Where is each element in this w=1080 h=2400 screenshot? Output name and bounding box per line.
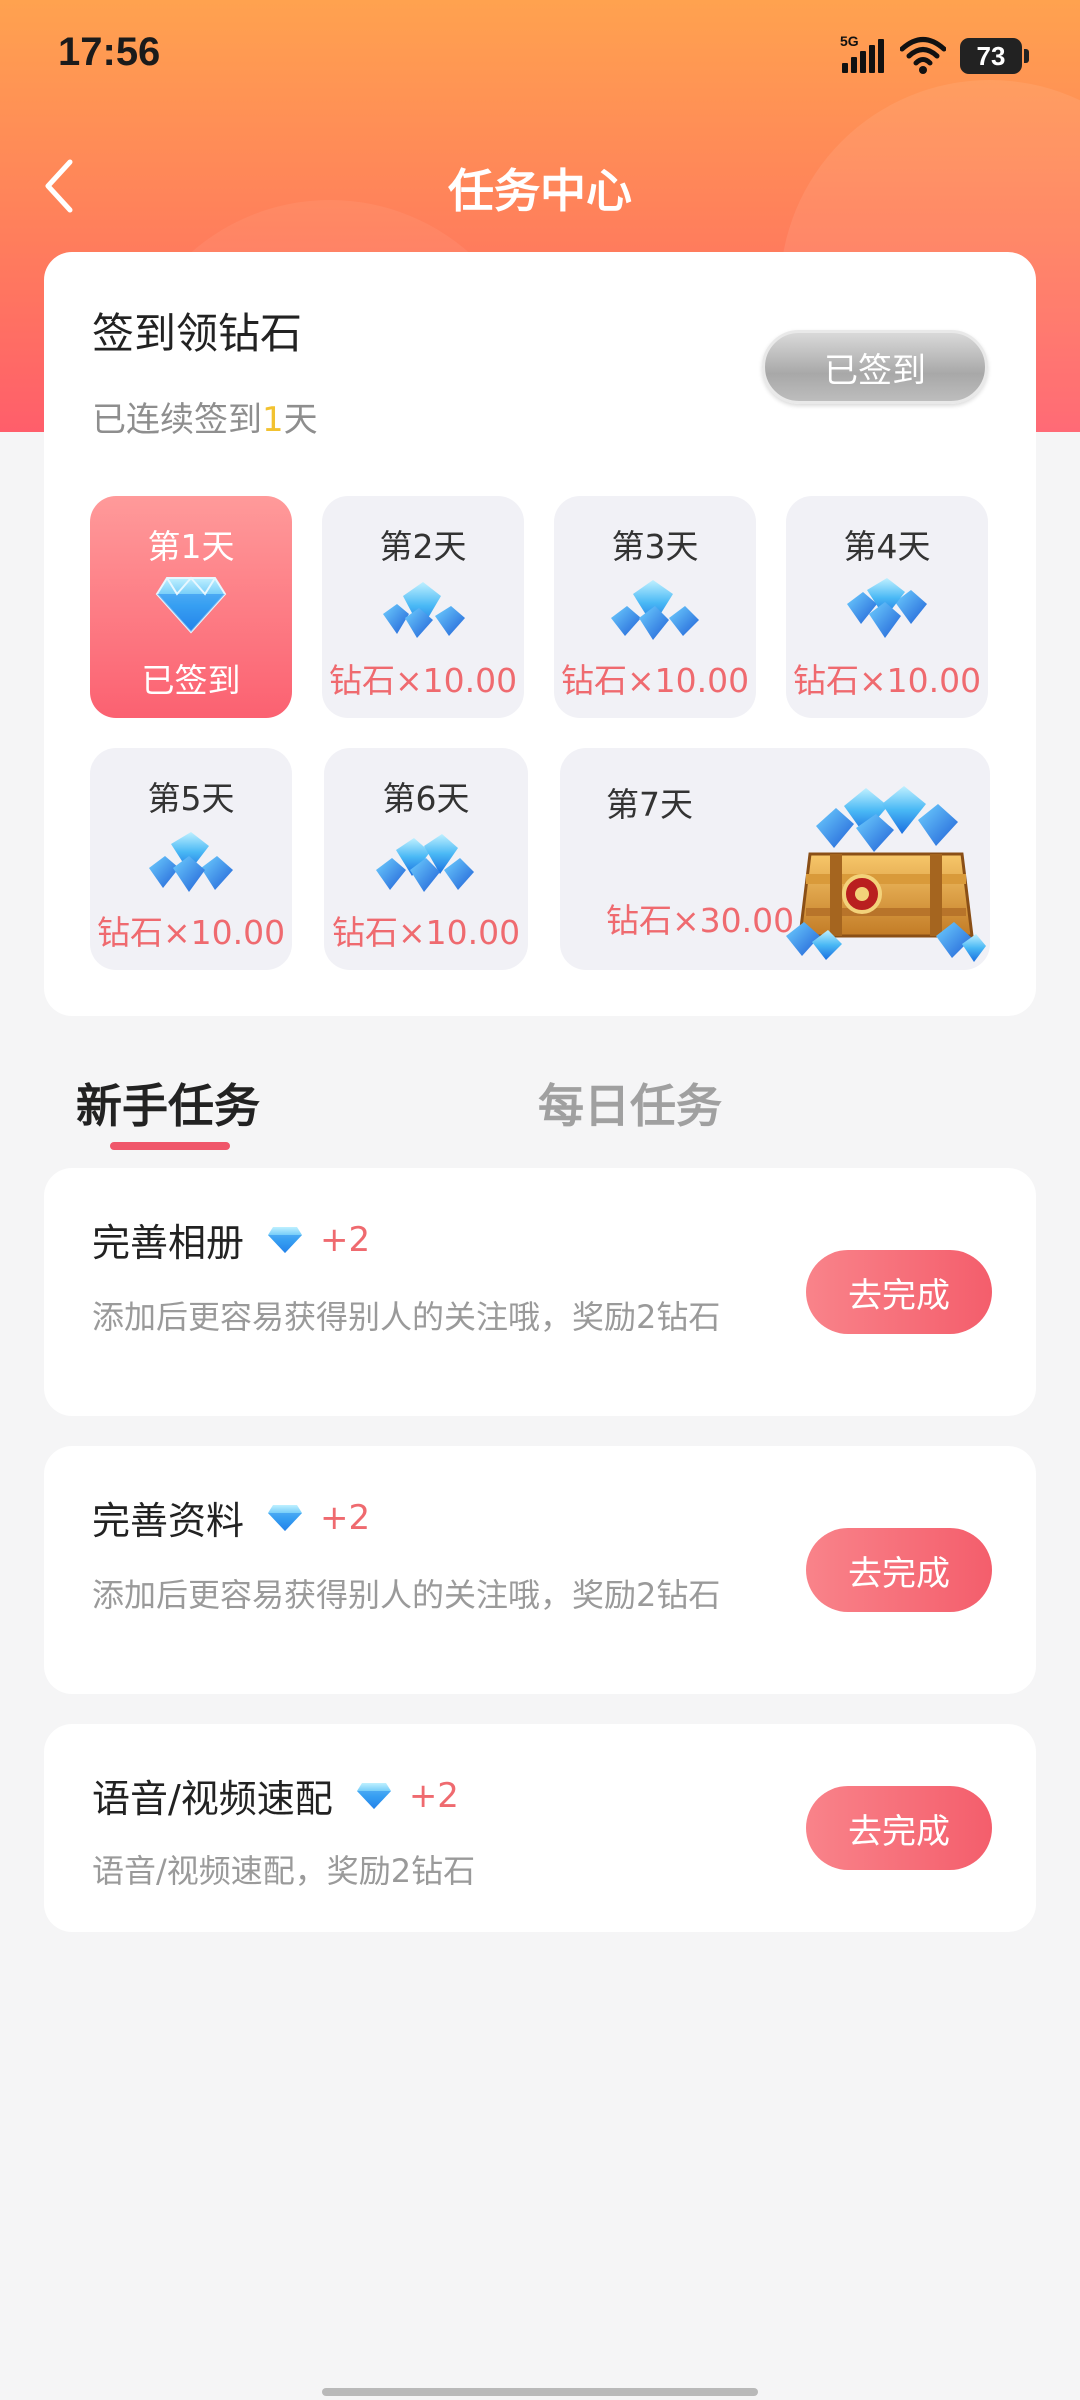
- page-title: 任务中心: [448, 164, 632, 218]
- tab-daily-tasks[interactable]: 每日任务: [538, 1070, 722, 1136]
- diamond-icon: [268, 1226, 303, 1253]
- task-card-voice-video-match: 语音/视频速配 +2 语音/视频速配，奖励2钻石 去完成: [44, 1724, 1036, 1932]
- diamond-icon: [155, 576, 227, 634]
- signin-day-7[interactable]: 第7天 钻石×30.00: [560, 748, 990, 970]
- task-title: 语音/视频速配 +2: [92, 1775, 459, 1822]
- wifi-icon: [900, 37, 946, 74]
- signed-in-button[interactable]: 已签到: [762, 330, 988, 404]
- diamond-icon: [356, 1782, 391, 1809]
- cellular-signal-icon: 5G: [840, 33, 886, 77]
- diamond-pile-icon: [376, 834, 474, 892]
- signin-day-6[interactable]: 第6天 钻石×10.00: [324, 748, 528, 970]
- status-time: 17:56: [58, 30, 161, 74]
- signin-day-2[interactable]: 第2天 钻石×10.00: [322, 496, 524, 718]
- signin-day-3[interactable]: 第3天 钻石×10.00: [554, 496, 756, 718]
- task-description: 添加后更容易获得别人的关注哦，奖励2钻石: [92, 1576, 721, 1614]
- task-tabs: 新手任务 每日任务: [0, 1070, 1080, 1160]
- diamond-pile-icon: [383, 582, 465, 638]
- task-card-album: 完善相册 +2 添加后更容易获得别人的关注哦，奖励2钻石 去完成: [44, 1168, 1036, 1416]
- go-complete-button[interactable]: 去完成: [806, 1528, 992, 1612]
- go-complete-button[interactable]: 去完成: [806, 1250, 992, 1334]
- task-title: 完善相册 +2: [92, 1219, 371, 1266]
- diamond-icon: [268, 1504, 303, 1531]
- status-icons: 5G 73: [840, 33, 1029, 78]
- signin-card: 签到领钻石 已连续签到1天 已签到 第1天 已签到 第2天 钻石×10.00 第…: [44, 252, 1036, 1016]
- tab-newbie-tasks[interactable]: 新手任务: [76, 1070, 260, 1136]
- signin-title: 签到领钻石: [92, 309, 303, 358]
- task-title: 完善资料 +2: [92, 1497, 371, 1544]
- signin-day-5[interactable]: 第5天 钻石×10.00: [90, 748, 292, 970]
- task-reward: +2: [408, 1775, 459, 1816]
- task-description: 语音/视频速配，奖励2钻石: [92, 1852, 476, 1890]
- home-indicator[interactable]: [322, 2388, 758, 2396]
- signin-day-4[interactable]: 第4天 钻石×10.00: [786, 496, 988, 718]
- task-reward: +2: [320, 1219, 371, 1260]
- battery-icon: 73: [960, 38, 1029, 74]
- task-card-profile: 完善资料 +2 添加后更容易获得别人的关注哦，奖励2钻石 去完成: [44, 1446, 1036, 1694]
- task-description: 添加后更容易获得别人的关注哦，奖励2钻石: [92, 1298, 721, 1336]
- network-type: 5G: [840, 33, 859, 49]
- active-tab-indicator: [110, 1142, 230, 1150]
- status-bar: 17:56 5G 73: [0, 0, 1080, 110]
- diamond-pile-icon: [149, 832, 233, 892]
- go-complete-button[interactable]: 去完成: [806, 1786, 992, 1870]
- diamond-pile-icon: [611, 580, 699, 640]
- treasure-chest-icon: [786, 786, 986, 962]
- task-reward: +2: [320, 1497, 371, 1538]
- signin-streak: 已连续签到1天: [92, 400, 318, 440]
- streak-days: 1: [262, 400, 284, 440]
- signin-day-1[interactable]: 第1天 已签到: [90, 496, 292, 718]
- diamond-pile-icon: [847, 578, 927, 638]
